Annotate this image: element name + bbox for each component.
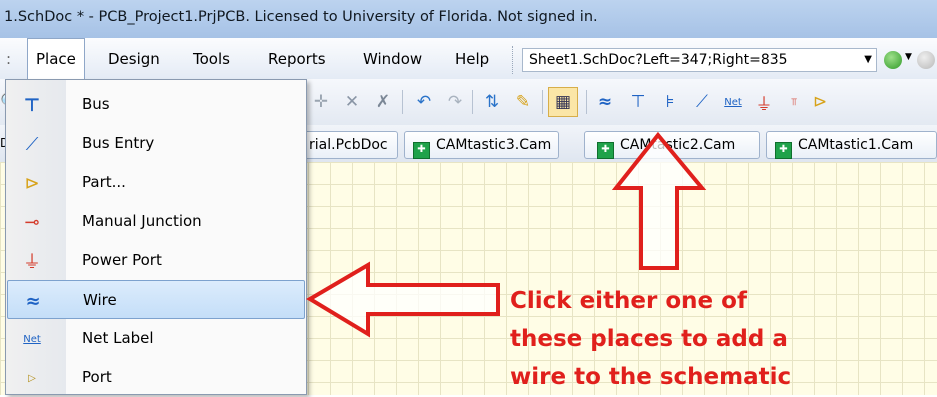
left-arrow-annotation	[306, 261, 500, 338]
annotation-line: wire to the schematic	[510, 364, 792, 390]
annotation-text: Click either one of these places to add …	[510, 282, 910, 396]
up-arrow-annotation	[611, 131, 707, 270]
annotation-line: these places to add a	[510, 326, 788, 352]
annotation-line: Click either one of	[510, 288, 747, 314]
